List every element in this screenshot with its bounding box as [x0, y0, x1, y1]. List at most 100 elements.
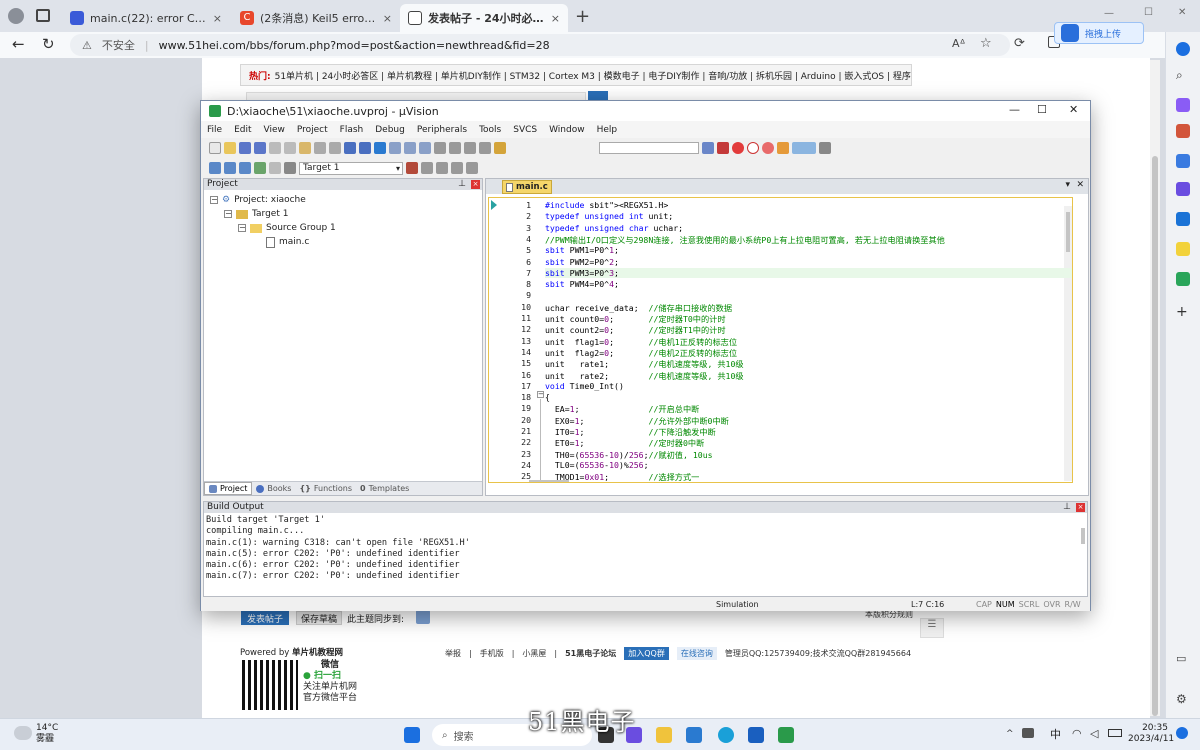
bing-icon[interactable]	[1176, 42, 1190, 56]
profile-avatar[interactable]	[8, 8, 24, 24]
fold-icon[interactable]: −	[537, 391, 544, 398]
code-line[interactable]: EA=1; //开启总中断	[545, 403, 700, 415]
start-button-icon[interactable]	[404, 727, 420, 743]
extensions-icon[interactable]: ⟳	[1014, 36, 1025, 51]
report-link[interactable]: 举报	[445, 648, 461, 659]
code-line[interactable]: //PWM输出I/O口定义与298N连接, 注意我使用的最小系统P0上有上拉电阻…	[545, 234, 945, 246]
tools-icon[interactable]	[1176, 124, 1190, 138]
clock[interactable]: 20:35 2023/4/11	[1128, 723, 1174, 745]
save-draft-button[interactable]: 保存草稿	[296, 611, 342, 625]
code-line[interactable]: sbit PWM4=P0^4;	[545, 279, 619, 289]
code-line[interactable]: sbit PWM3=P0^3;	[545, 267, 1072, 278]
code-line[interactable]: unit flag2=0; //电机2正反转的标志位	[545, 347, 737, 359]
edge-icon[interactable]	[718, 727, 734, 743]
kill-all-breakpoints-icon[interactable]	[777, 142, 789, 154]
pin-icon[interactable]: ⊥	[458, 179, 466, 190]
games-icon[interactable]	[1176, 154, 1190, 168]
tab-actions-icon[interactable]	[36, 9, 50, 22]
editor-scroll-thumb[interactable]	[1066, 212, 1070, 252]
code-line[interactable]: unit rate2; //电机速度等级, 共10级	[545, 370, 744, 382]
store-icon[interactable]	[686, 727, 702, 743]
tab-main-c-error[interactable]: main.c(22): error C202: 'ET0': und ×	[62, 4, 230, 32]
breakpoint-disable-icon[interactable]	[747, 142, 759, 154]
online-help-button[interactable]: 在线咨询	[676, 647, 717, 660]
code-line[interactable]: unit flag1=0; //电机1正反转的标志位	[545, 336, 737, 348]
drag-upload-widget[interactable]: 拖拽上传	[1054, 22, 1144, 44]
code-line[interactable]: unit count0=0; //定时器T0中的计时	[545, 313, 726, 325]
volume-icon[interactable]: ◁	[1090, 727, 1098, 740]
keil-minimize-button[interactable]: —	[1009, 103, 1020, 116]
sync-icon[interactable]	[416, 610, 430, 624]
close-tab-icon[interactable]: ×	[551, 12, 560, 25]
bookmark-prev-icon[interactable]	[389, 142, 401, 154]
drop-icon[interactable]	[1176, 242, 1190, 256]
new-file-icon[interactable]	[209, 142, 221, 154]
paste-icon[interactable]	[299, 142, 311, 154]
menu-svcs[interactable]: SVCS	[507, 125, 543, 135]
save-icon[interactable]	[239, 142, 251, 154]
tab-project[interactable]: Project	[204, 482, 253, 495]
indent-icon[interactable]	[434, 142, 446, 154]
close-window-button[interactable]: ✕	[1178, 7, 1186, 18]
post-thread-button[interactable]: 发表帖子	[241, 611, 289, 625]
tab-books[interactable]: Books	[252, 484, 295, 493]
code-line[interactable]: TR0=1; //打开定时器1中断	[545, 483, 721, 484]
menu-list-icon[interactable]: ☰	[920, 618, 944, 638]
select-packs-icon[interactable]	[451, 162, 463, 174]
editor-horizontal-scrollbar[interactable]	[529, 480, 569, 482]
code-line[interactable]: EX0=1; //允许外部中断0中断	[545, 415, 729, 427]
code-line[interactable]: TL0=(65536-10)%256;	[545, 460, 649, 470]
maximize-button[interactable]: ☐	[1144, 7, 1153, 18]
rebuild-icon[interactable]	[239, 162, 251, 174]
tray-app-icon[interactable]	[1022, 728, 1034, 738]
collapse-icon[interactable]: −	[238, 224, 246, 232]
code-line[interactable]: IT0=1; //下降沿触发中断	[545, 426, 716, 438]
tree-source-group[interactable]: − Source Group 1	[210, 221, 482, 235]
menu-debug[interactable]: Debug	[369, 125, 411, 135]
code-line[interactable]: uchar receive_data; //储存串口接收的数据	[545, 302, 732, 314]
menu-file[interactable]: File	[201, 125, 228, 135]
nav-back-icon[interactable]	[344, 142, 356, 154]
close-panel-icon[interactable]: ×	[1076, 503, 1085, 512]
code-area[interactable]: − 1 #include sbit"><REGX51.H> 2 typedef uns…	[488, 197, 1073, 483]
find-icon[interactable]	[702, 142, 714, 154]
collapse-icon[interactable]: −	[224, 210, 232, 218]
mobile-link[interactable]: 手机版	[480, 648, 504, 659]
uncomment-icon[interactable]	[479, 142, 491, 154]
weather-widget[interactable]: 14°C 雾霾	[36, 723, 58, 745]
packs-installer-icon[interactable]	[466, 162, 478, 174]
bookmark-clear-icon[interactable]	[419, 142, 431, 154]
window-layout-icon[interactable]	[792, 142, 816, 154]
code-line[interactable]: sbit PWM1=P0^1;	[545, 245, 619, 255]
breakpoint-insert-icon[interactable]	[732, 142, 744, 154]
pin-icon[interactable]: ⊥	[1063, 502, 1071, 513]
keil-maximize-button[interactable]: ☐	[1037, 103, 1047, 116]
unindent-icon[interactable]	[449, 142, 461, 154]
back-arrow-icon[interactable]: ←	[12, 35, 25, 53]
tree-icon[interactable]	[1176, 272, 1190, 286]
nav-forward-icon[interactable]	[359, 142, 371, 154]
code-line[interactable]: {	[545, 392, 550, 402]
keil-close-button[interactable]: ✕	[1069, 103, 1078, 116]
tree-target[interactable]: − Target 1	[210, 207, 482, 221]
manage-rte-icon[interactable]	[436, 162, 448, 174]
code-line[interactable]: unit count2=0; //定时器T1中的计时	[545, 324, 726, 336]
office-icon[interactable]	[1176, 182, 1190, 196]
save-all-icon[interactable]	[254, 142, 266, 154]
stop-build-icon[interactable]	[269, 162, 281, 174]
code-line[interactable]: TH0=(65536-10)/256;//赋初值, 10us	[545, 449, 713, 461]
bookmark-icon[interactable]	[374, 142, 386, 154]
code-line[interactable]: sbit PWM2=P0^2;	[545, 257, 619, 267]
build-icon[interactable]	[224, 162, 236, 174]
tab-post-thread[interactable]: 发表帖子 - 24小时必答区 ×	[400, 4, 568, 32]
url-bar[interactable]: ⚠ 不安全 | www.51hei.com/bbs/forum.php?mod=…	[70, 34, 1010, 56]
code-line[interactable]: typedef unsigned int unit;	[545, 211, 673, 221]
menu-edit[interactable]: Edit	[228, 125, 257, 135]
new-tab-button[interactable]: +	[575, 6, 590, 27]
cut-icon[interactable]	[269, 142, 281, 154]
undo-icon[interactable]	[314, 142, 326, 154]
configure-icon[interactable]	[819, 142, 831, 154]
menu-window[interactable]: Window	[543, 125, 591, 135]
forum-name-link[interactable]: 51黑电子论坛	[565, 648, 616, 659]
file-extensions-icon[interactable]	[421, 162, 433, 174]
